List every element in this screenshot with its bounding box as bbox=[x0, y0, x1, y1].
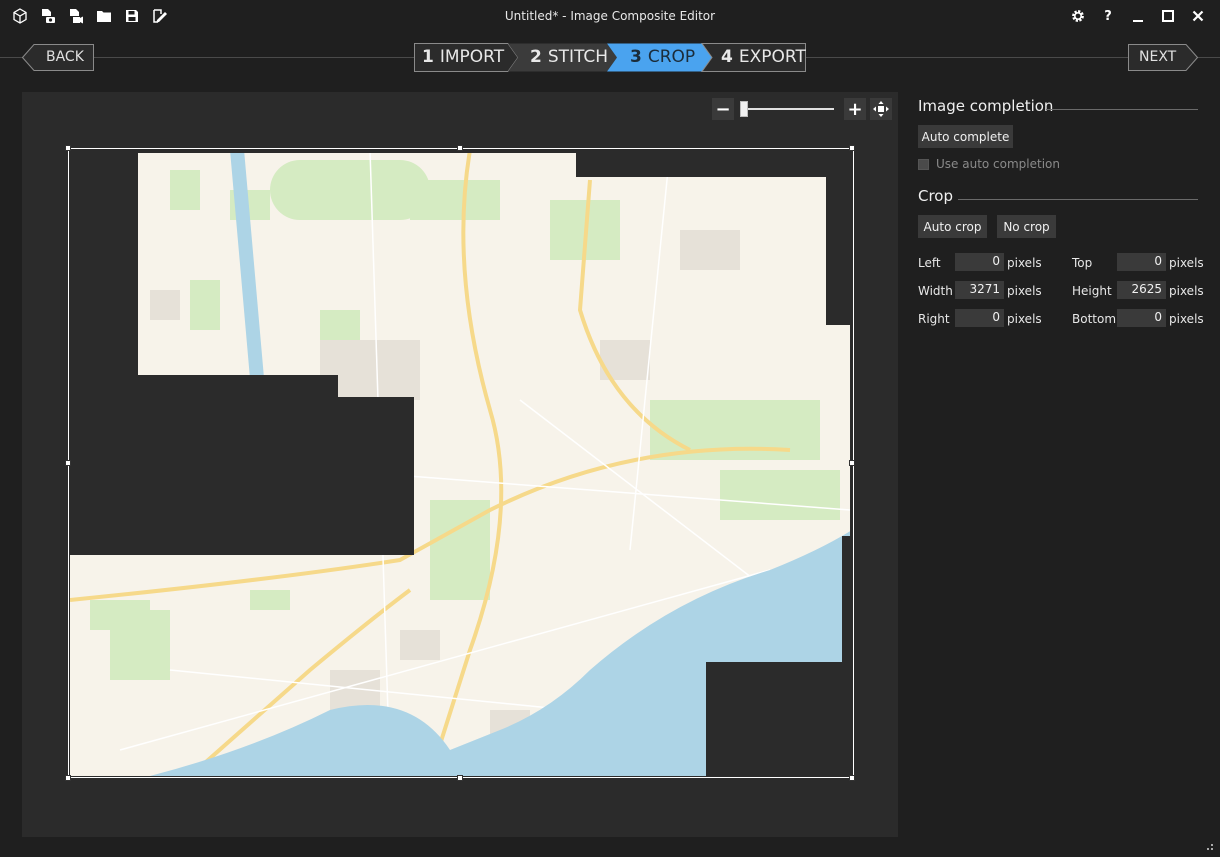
resize-grip-icon[interactable] bbox=[1204, 841, 1214, 851]
zoom-slider-thumb[interactable] bbox=[740, 101, 748, 117]
image-completion-title: Image completion bbox=[918, 97, 1054, 115]
step-stitch-label: STITCH bbox=[547, 47, 609, 67]
gear-icon[interactable] bbox=[1070, 8, 1086, 24]
left-unit: pixels bbox=[1007, 256, 1042, 270]
step-import[interactable]: 1 IMPORT bbox=[422, 47, 504, 67]
no-crop-button[interactable]: No crop bbox=[997, 215, 1056, 238]
top-input[interactable]: 0 bbox=[1117, 253, 1166, 271]
height-unit: pixels bbox=[1169, 284, 1204, 298]
zoom-in-button[interactable]: + bbox=[844, 98, 866, 120]
step-export-number: 4 bbox=[721, 47, 733, 67]
bottom-label: Bottom bbox=[1072, 312, 1117, 326]
step-import-number: 1 bbox=[422, 47, 434, 67]
window-title: Untitled* - Image Composite Editor bbox=[504, 9, 716, 23]
crop-handle-left[interactable] bbox=[65, 460, 71, 466]
top-unit: pixels bbox=[1169, 256, 1204, 270]
zoom-out-button[interactable]: − bbox=[712, 98, 734, 120]
step-export-label: EXPORT bbox=[738, 47, 806, 67]
use-auto-completion-label: Use auto completion bbox=[936, 157, 1061, 171]
auto-complete-button[interactable]: Auto complete bbox=[918, 125, 1013, 148]
image-completion-rule bbox=[1046, 109, 1198, 110]
workflow-steps: 1 IMPORT 2 STITCH 3 CROP 4 EXPORT bbox=[414, 43, 806, 72]
maximize-icon[interactable] bbox=[1160, 8, 1176, 24]
right-label: Right bbox=[918, 312, 950, 326]
fit-to-window-button[interactable] bbox=[870, 98, 892, 120]
left-input[interactable]: 0 bbox=[955, 253, 1004, 271]
top-label: Top bbox=[1072, 256, 1093, 270]
crop-handle-top-right[interactable] bbox=[849, 145, 855, 151]
right-unit: pixels bbox=[1007, 312, 1042, 326]
back-button[interactable]: BACK bbox=[21, 44, 94, 71]
step-import-label: IMPORT bbox=[439, 47, 505, 67]
crop-handle-top[interactable] bbox=[457, 145, 463, 151]
crop-handle-right[interactable] bbox=[849, 460, 855, 466]
close-icon[interactable] bbox=[1190, 8, 1206, 24]
width-label: Width bbox=[918, 284, 953, 298]
left-label: Left bbox=[918, 256, 941, 270]
step-stitch[interactable]: 2 STITCH bbox=[530, 47, 608, 67]
crop-section-title: Crop bbox=[918, 187, 954, 205]
help-button[interactable]: ? bbox=[1100, 8, 1116, 24]
width-input[interactable]: 3271 bbox=[955, 281, 1004, 299]
window-controls: ? bbox=[1070, 8, 1206, 24]
right-input[interactable]: 0 bbox=[955, 309, 1004, 327]
crop-section-rule bbox=[958, 199, 1198, 200]
bottom-unit: pixels bbox=[1169, 312, 1204, 326]
fit-to-window-icon bbox=[873, 101, 889, 117]
image-canvas[interactable]: − + bbox=[22, 92, 898, 837]
step-export[interactable]: 4 EXPORT bbox=[721, 47, 806, 67]
step-crop[interactable]: 3 CROP bbox=[630, 47, 695, 67]
zoom-controls: − + bbox=[712, 98, 892, 120]
back-button-label: BACK bbox=[46, 49, 84, 65]
bottom-input[interactable]: 0 bbox=[1117, 309, 1166, 327]
step-stitch-number: 2 bbox=[530, 47, 542, 67]
step-crop-label: CROP bbox=[647, 47, 696, 67]
next-button[interactable]: NEXT bbox=[1128, 44, 1199, 71]
title-bar: Untitled* - Image Composite Editor ? bbox=[0, 0, 1220, 34]
width-unit: pixels bbox=[1007, 284, 1042, 298]
next-button-label: NEXT bbox=[1139, 49, 1177, 65]
height-input[interactable]: 2625 bbox=[1117, 281, 1166, 299]
crop-rectangle[interactable] bbox=[68, 148, 854, 778]
crop-handle-bottom-left[interactable] bbox=[65, 775, 71, 781]
use-auto-completion-checkbox[interactable] bbox=[918, 159, 929, 170]
height-label: Height bbox=[1072, 284, 1112, 298]
crop-handle-bottom[interactable] bbox=[457, 775, 463, 781]
crop-handle-bottom-right[interactable] bbox=[849, 775, 855, 781]
minimize-icon[interactable] bbox=[1130, 8, 1146, 24]
auto-crop-button[interactable]: Auto crop bbox=[918, 215, 987, 238]
step-crop-number: 3 bbox=[630, 47, 642, 67]
crop-handle-top-left[interactable] bbox=[65, 145, 71, 151]
zoom-slider-track[interactable] bbox=[740, 108, 834, 110]
